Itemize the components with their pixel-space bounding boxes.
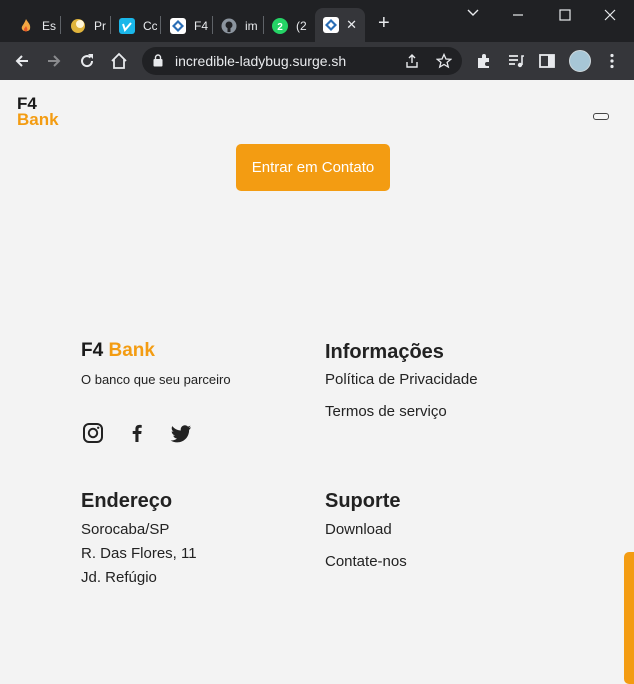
menu-toggle-button[interactable] — [593, 113, 609, 120]
vimeo-icon — [119, 17, 135, 34]
tab-label: Pr — [94, 18, 106, 33]
tab-separator — [160, 16, 161, 34]
side-panel-icon[interactable] — [538, 52, 556, 70]
info-heading: Informações — [325, 341, 444, 363]
tab-label: im — [245, 18, 258, 33]
address-bar[interactable]: incredible-ladybug.surge.sh — [142, 47, 462, 75]
facebook-icon[interactable] — [126, 422, 148, 444]
terms-of-service-link[interactable]: Termos de serviço — [325, 403, 447, 420]
extensions-icon[interactable] — [475, 52, 493, 70]
page-viewport: F4 Bank Entrar em Contato F4 Bank O banc… — [0, 80, 634, 684]
github-icon — [221, 18, 237, 34]
tab-label: F4 — [194, 18, 208, 33]
reload-icon[interactable] — [77, 51, 97, 71]
maximize-icon[interactable] — [559, 8, 571, 24]
instagram-icon[interactable] — [82, 422, 104, 444]
browser-menu-icon[interactable] — [603, 52, 621, 70]
tab-label: (2 — [296, 18, 307, 33]
browser-tab-bar: Es Pr Cc F4 im 2 (2 ✕ + — [0, 0, 634, 42]
profile-avatar[interactable] — [569, 50, 591, 72]
footer-tagline: O banco que seu parceiro — [81, 372, 231, 387]
tab-separator — [263, 16, 264, 34]
media-queue-icon[interactable] — [507, 52, 525, 70]
browser-tab[interactable]: im — [221, 9, 258, 42]
diamond-logo-icon — [170, 17, 186, 34]
lock-icon — [153, 54, 163, 67]
tab-separator — [110, 16, 111, 34]
tab-search-icon[interactable] — [466, 6, 480, 23]
home-icon[interactable] — [109, 51, 129, 71]
browser-tab[interactable]: Cc — [119, 9, 157, 42]
close-tab-icon[interactable]: ✕ — [346, 18, 357, 31]
twitter-icon[interactable] — [170, 422, 192, 444]
contact-button[interactable]: Entrar em Contato — [236, 144, 390, 191]
close-window-icon[interactable] — [604, 8, 616, 24]
logo-text-bank: Bank — [17, 110, 59, 129]
browser-tab[interactable]: 2 (2 — [272, 9, 307, 42]
browser-toolbar: incredible-ladybug.surge.sh — [0, 42, 634, 80]
browser-tab[interactable]: Es — [18, 9, 56, 42]
address-neighborhood: Jd. Refúgio — [81, 569, 157, 586]
tab-separator — [212, 16, 213, 34]
download-link[interactable]: Download — [325, 521, 392, 538]
contact-us-link[interactable]: Contate-nos — [325, 553, 407, 570]
share-icon[interactable] — [404, 53, 420, 69]
privacy-policy-link[interactable]: Política de Privacidade — [325, 371, 478, 388]
site-logo[interactable]: F4 Bank — [17, 95, 59, 129]
footer-brand-bank: Bank — [108, 340, 155, 361]
browser-tab[interactable]: Pr — [70, 9, 106, 42]
url-text: incredible-ladybug.surge.sh — [175, 53, 347, 69]
svg-text:2: 2 — [277, 22, 283, 33]
address-street: R. Das Flores, 11 — [81, 545, 197, 562]
address-city: Sorocaba/SP — [81, 521, 170, 538]
browser-tab[interactable]: F4 — [170, 9, 208, 42]
footer-brand-f4: F4 — [81, 340, 104, 361]
whatsapp-icon: 2 — [272, 17, 288, 34]
diamond-logo-icon — [323, 17, 339, 33]
address-heading: Endereço — [81, 490, 173, 512]
moon-icon — [70, 18, 86, 34]
tab-separator — [60, 16, 61, 34]
footer-brand: F4 Bank — [81, 340, 155, 362]
bookmark-star-icon[interactable] — [435, 52, 453, 69]
page-scrollbar[interactable] — [624, 552, 634, 684]
fire-icon — [18, 18, 34, 34]
support-heading: Suporte — [325, 490, 401, 512]
browser-tab-active[interactable]: ✕ — [315, 8, 365, 42]
tab-label: Cc — [143, 18, 157, 33]
minimize-icon[interactable] — [512, 8, 524, 24]
tab-label: Es — [42, 18, 56, 33]
forward-icon[interactable] — [44, 51, 64, 71]
new-tab-button[interactable]: + — [378, 13, 390, 33]
back-icon[interactable] — [12, 51, 32, 71]
